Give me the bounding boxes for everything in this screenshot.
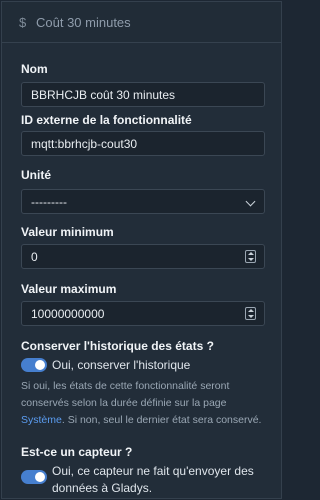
min-value: 0 (31, 249, 38, 264)
sensor-toggle-label: Oui, ce capteur ne fait qu'envoyer des d… (52, 464, 254, 495)
sensor-label: Est-ce un capteur ? (21, 445, 133, 459)
system-page-link[interactable]: Système (21, 414, 62, 426)
external-id-label: ID externe de la fonctionnalité (21, 113, 192, 127)
unit-label: Unité (21, 168, 51, 182)
chevron-down-icon (245, 196, 256, 207)
history-toggle-label: Oui, conserver l'historique (52, 358, 191, 372)
toggle-knob (35, 360, 45, 370)
dollar-icon: $ (19, 14, 27, 30)
history-toggle[interactable] (21, 358, 47, 372)
external-id-input[interactable]: mqtt:bbrhcjb-cout30 (21, 131, 265, 156)
unit-value: --------- (31, 194, 67, 209)
name-value: BBRHCJB coût 30 minutes (31, 87, 176, 102)
max-input[interactable]: 10000000000 (21, 301, 265, 326)
history-label: Conserver l'historique des états ? (21, 339, 214, 353)
number-spinner-icon[interactable] (245, 307, 256, 320)
toggle-knob (35, 472, 45, 482)
name-input[interactable]: BBRHCJB coût 30 minutes (21, 82, 265, 107)
history-help-text: Si oui, les états de cette fonctionnalit… (21, 378, 271, 429)
name-label: Nom (21, 62, 48, 76)
min-input[interactable]: 0 (21, 244, 265, 269)
feature-title: Coût 30 minutes (36, 14, 131, 30)
number-spinner-icon[interactable] (245, 250, 256, 263)
sensor-toggle[interactable] (21, 470, 47, 484)
max-label: Valeur maximum (21, 282, 117, 296)
history-help-before: Si oui, les états de cette fonctionnalit… (21, 380, 230, 409)
history-help-after: . Si non, seul le dernier état sera cons… (61, 414, 262, 426)
unit-select[interactable]: --------- (21, 189, 265, 214)
card-header: $ Coût 30 minutes (2, 2, 281, 43)
external-id-value: mqtt:bbrhcjb-cout30 (31, 136, 138, 151)
max-value: 10000000000 (31, 306, 105, 321)
feature-card: $ Coût 30 minutes Nom BBRHCJB coût 30 mi… (1, 1, 282, 499)
min-label: Valeur minimum (21, 225, 114, 239)
